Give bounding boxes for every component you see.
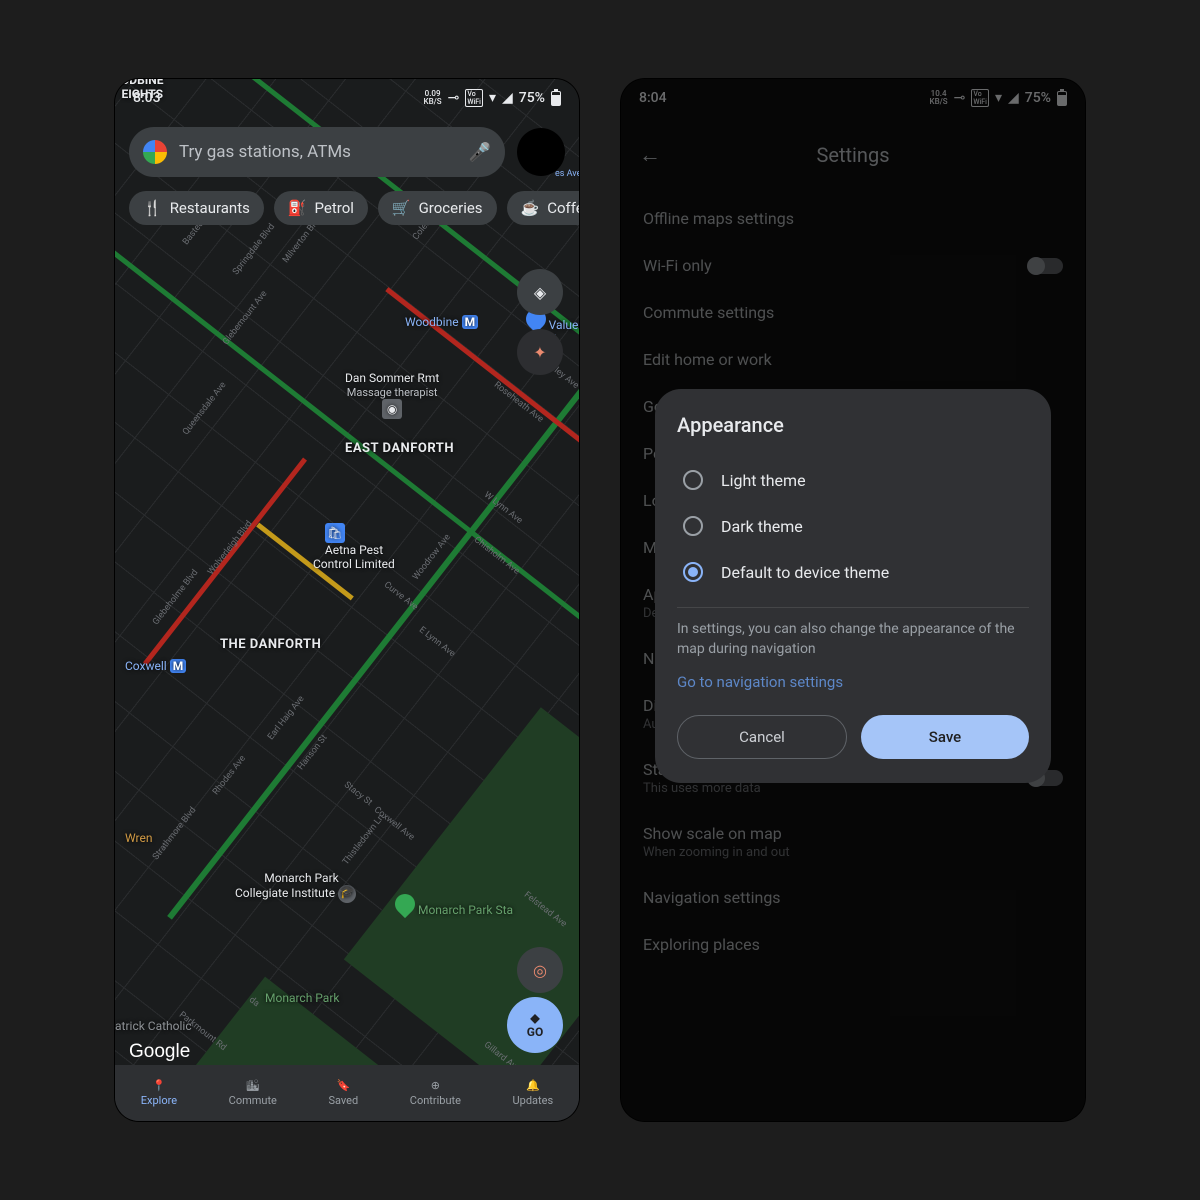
cancel-button[interactable]: Cancel [677, 715, 847, 759]
key-icon: ⊸ [448, 90, 460, 106]
poi-monarch-park[interactable]: Monarch Park [265, 991, 339, 1005]
shop-icon: 🛍 [325, 523, 345, 543]
poi-patrick[interactable]: atrick Catholic [115, 1019, 192, 1033]
cart-icon: 🛒 [392, 199, 411, 217]
divider [677, 607, 1029, 608]
chip-coffee[interactable]: ☕Coffee [507, 191, 579, 225]
nav-explore[interactable]: 📍Explore [141, 1079, 177, 1107]
poi-coxwell[interactable]: Coxwell M [125, 659, 186, 673]
profile-avatar[interactable] [517, 128, 565, 176]
search-placeholder: Try gas stations, ATMs [179, 142, 457, 162]
appearance-dialog: Appearance Light themeDark themeDefault … [655, 389, 1051, 783]
bell-icon: 🔔 [526, 1079, 540, 1092]
theme-radio-group: Light themeDark themeDefault to device t… [677, 457, 1029, 595]
theme-option[interactable]: Default to device theme [677, 549, 1029, 595]
poi-aetna[interactable]: 🛍 Aetna Pest Control Limited [313, 509, 395, 585]
locate-button[interactable]: ◎ [517, 947, 563, 993]
pin-icon: 📍 [152, 1079, 166, 1092]
nav-saved[interactable]: 🔖Saved [328, 1079, 358, 1107]
net-speed: 0.09KB/S [424, 90, 442, 106]
vowifi-icon: VoWiFi [465, 89, 483, 107]
area-east-danforth: EAST DANFORTH [345, 441, 454, 456]
category-chips: 🍴Restaurants ⛽Petrol 🛒Groceries ☕Coffee [129, 191, 579, 225]
fork-icon: 🍴 [143, 199, 162, 217]
dialog-title: Appearance [677, 413, 1029, 437]
status-time: 8:03 [133, 90, 161, 106]
battery-icon [551, 91, 561, 106]
bookmark-icon: 🔖 [336, 1079, 350, 1092]
mic-icon[interactable]: 🎤 [469, 142, 491, 163]
phone-right-settings: 8:04 10.4KB/S ⊸ VoWiFi ▾ ◢ 75% ← Setting… [621, 79, 1085, 1121]
poi-woodbine[interactable]: Woodbine M [405, 315, 478, 329]
poi-monarch-sta[interactable]: Monarch Park Sta [395, 894, 513, 917]
radio-icon [683, 516, 703, 536]
crosshair-icon: ◎ [533, 961, 547, 980]
fuel-icon: ⛽ [288, 199, 307, 217]
bottom-nav: 📍Explore 🏙Commute 🔖Saved ⊕Contribute 🔔Up… [115, 1065, 579, 1121]
poi-dan-sommer[interactable]: Dan Sommer Rmt Massage therapist ◉ [345, 371, 439, 419]
compass-icon: ✦ [533, 343, 546, 362]
layers-icon: ◈ [534, 283, 546, 302]
dialog-note: In settings, you can also change the app… [677, 620, 1029, 659]
layers-button[interactable]: ◈ [517, 269, 563, 315]
wifi-icon: ▾ [489, 90, 496, 106]
poi-wren[interactable]: Wren [125, 831, 152, 845]
place-icon: ◉ [382, 399, 402, 419]
radio-icon [683, 470, 703, 490]
nav-updates[interactable]: 🔔Updates [513, 1079, 554, 1107]
phone-left-maps: Coleridge Ave Milverton Blvd Springdale … [115, 79, 579, 1121]
battery-pct: 75% [519, 90, 545, 106]
search-bar: Try gas stations, ATMs 🎤 [129, 127, 565, 177]
go-button[interactable]: ◆ GO [507, 997, 563, 1053]
area-the-danforth: THE DANFORTH [220, 637, 321, 652]
buildings-icon: 🏙 [246, 1079, 260, 1092]
search-input[interactable]: Try gas stations, ATMs 🎤 [129, 127, 505, 177]
theme-option[interactable]: Light theme [677, 457, 1029, 503]
status-bar: 8:03 0.09KB/S ⊸ VoWiFi ▾ ◢ 75% [115, 79, 579, 117]
compass-button[interactable]: ✦ [517, 329, 563, 375]
radio-icon [683, 562, 703, 582]
nav-commute[interactable]: 🏙Commute [229, 1079, 277, 1107]
plus-icon: ⊕ [431, 1079, 440, 1092]
go-label: GO [527, 1025, 543, 1039]
google-logo-icon [143, 140, 167, 164]
save-button[interactable]: Save [861, 715, 1029, 759]
chip-petrol[interactable]: ⛽Petrol [274, 191, 368, 225]
pin-icon [391, 890, 419, 918]
coffee-icon: ☕ [521, 199, 540, 217]
signal-icon: ◢ [502, 90, 513, 106]
directions-icon: ◆ [530, 1011, 539, 1025]
chip-restaurants[interactable]: 🍴Restaurants [129, 191, 264, 225]
nav-contribute[interactable]: ⊕Contribute [410, 1079, 461, 1107]
chip-groceries[interactable]: 🛒Groceries [378, 191, 497, 225]
nav-settings-link[interactable]: Go to navigation settings [677, 673, 1029, 691]
google-watermark: Google [129, 1041, 190, 1063]
theme-option[interactable]: Dark theme [677, 503, 1029, 549]
poi-monarch-institute[interactable]: Monarch Park Collegiate Institute 🎓 [235, 857, 356, 917]
